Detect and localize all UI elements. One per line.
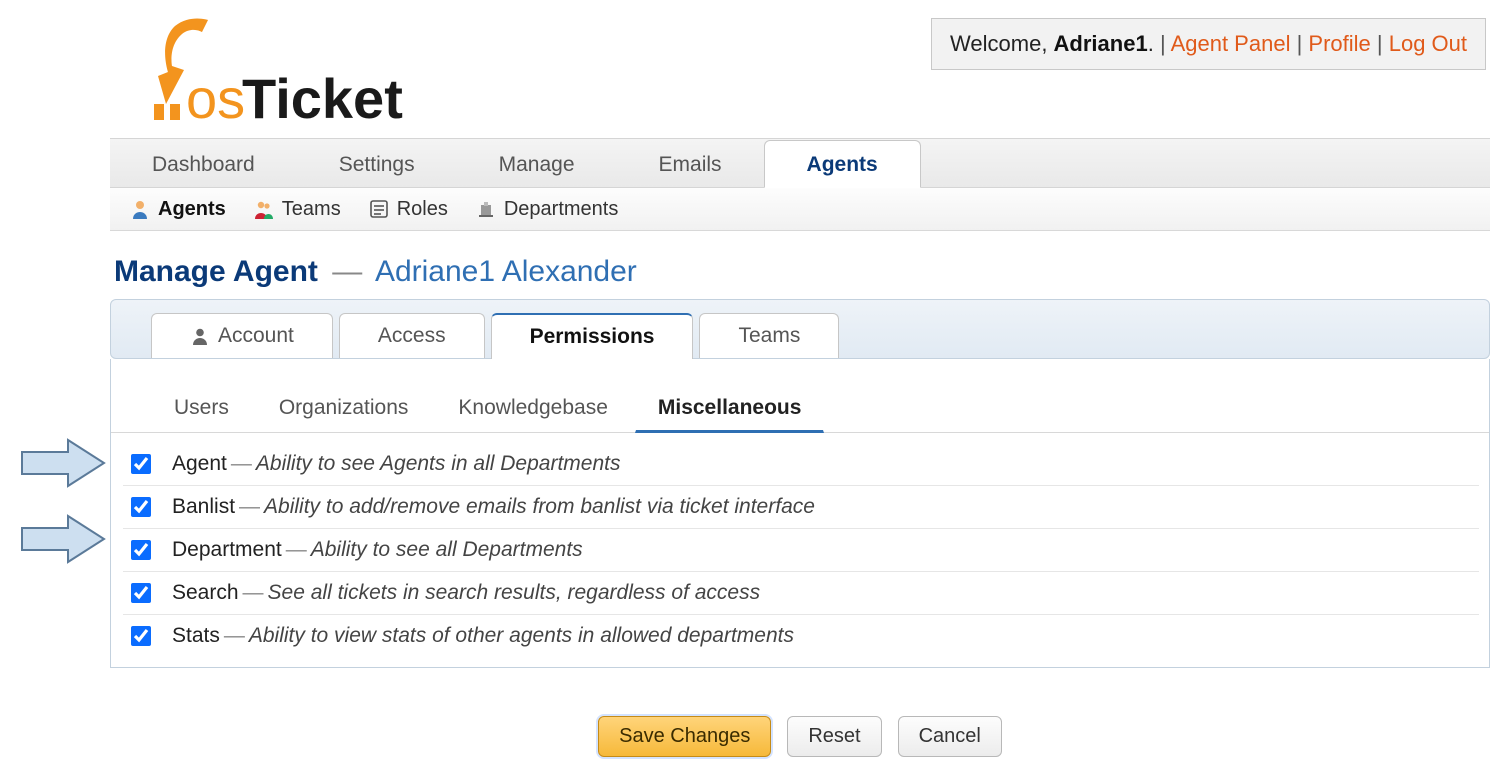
perm-label: Stats: [172, 624, 220, 647]
perm-checkbox-banlist[interactable]: [131, 497, 151, 517]
perm-label: Banlist: [172, 495, 235, 518]
link-agent-panel[interactable]: Agent Panel: [1171, 31, 1291, 56]
logo-osticket: os Ticket: [120, 18, 410, 130]
nav-emails[interactable]: Emails: [617, 141, 764, 187]
person-icon: [130, 199, 150, 219]
building-icon: [476, 199, 496, 219]
perm-checkbox-stats[interactable]: [131, 626, 151, 646]
save-button[interactable]: Save Changes: [598, 716, 771, 757]
perm-row-banlist: Banlist—Ability to add/remove emails fro…: [123, 486, 1479, 529]
perm-row-agent: Agent—Ability to see Agents in all Depar…: [123, 443, 1479, 486]
perm-label: Department: [172, 538, 282, 561]
user-icon: [190, 326, 210, 346]
annotation-arrow-1: [20, 438, 106, 488]
subnav-label: Departments: [504, 198, 619, 221]
people-icon: [254, 199, 274, 219]
svg-text:os: os: [186, 67, 245, 130]
perm-label: Search: [172, 581, 239, 604]
welcome-bar: Welcome, Adriane1. | Agent Panel | Profi…: [931, 18, 1486, 70]
perm-row-department: Department—Ability to see all Department…: [123, 529, 1479, 572]
perm-row-stats: Stats—Ability to view stats of other age…: [123, 615, 1479, 657]
tab-permissions[interactable]: Permissions: [491, 313, 694, 359]
perm-desc: Ability to see Agents in all Departments: [256, 452, 621, 475]
tab-account[interactable]: Account: [151, 313, 333, 358]
welcome-prefix: Welcome,: [950, 31, 1054, 56]
subtab-miscellaneous[interactable]: Miscellaneous: [635, 387, 825, 433]
perm-checkbox-agent[interactable]: [131, 454, 151, 474]
link-profile[interactable]: Profile: [1308, 31, 1370, 56]
perm-desc: See all tickets in search results, regar…: [268, 581, 761, 604]
subnav-agents[interactable]: Agents: [130, 198, 226, 221]
subnav-label: Agents: [158, 198, 226, 221]
action-bar: Save Changes Reset Cancel: [110, 668, 1490, 769]
subnav-label: Roles: [397, 198, 448, 221]
perm-label: Agent: [172, 452, 227, 475]
subtab-users[interactable]: Users: [151, 387, 252, 432]
svg-text:Ticket: Ticket: [242, 67, 403, 130]
subnav-teams[interactable]: Teams: [254, 198, 341, 221]
perm-desc: Ability to add/remove emails from banlis…: [264, 495, 815, 518]
perm-desc: Ability to view stats of other agents in…: [249, 624, 794, 647]
sub-nav: Agents Teams Roles Departments: [110, 188, 1490, 231]
cancel-button[interactable]: Cancel: [898, 716, 1002, 757]
perm-desc: Ability to see all Departments: [311, 538, 583, 561]
nav-dashboard[interactable]: Dashboard: [110, 141, 297, 187]
permission-list: Agent—Ability to see Agents in all Depar…: [111, 433, 1489, 667]
annotation-arrow-2: [20, 514, 106, 564]
page-title: Manage Agent — Adriane1 Alexander: [110, 231, 1490, 299]
main-nav: Dashboard Settings Manage Emails Agents: [110, 138, 1490, 188]
perm-checkbox-department[interactable]: [131, 540, 151, 560]
agent-card-tabs: Account Access Permissions Teams: [110, 299, 1490, 359]
subnav-departments[interactable]: Departments: [476, 198, 619, 221]
list-icon: [369, 199, 389, 219]
nav-manage[interactable]: Manage: [457, 141, 617, 187]
nav-agents[interactable]: Agents: [764, 140, 921, 188]
page-title-strong: Manage Agent: [114, 255, 318, 288]
welcome-username: Adriane1: [1054, 31, 1148, 56]
page-title-agent: Adriane1 Alexander: [375, 255, 637, 288]
perm-checkbox-search[interactable]: [131, 583, 151, 603]
reset-button[interactable]: Reset: [787, 716, 881, 757]
permission-subtabs: Users Organizations Knowledgebase Miscel…: [111, 359, 1489, 433]
link-logout[interactable]: Log Out: [1389, 31, 1467, 56]
subtab-organizations[interactable]: Organizations: [256, 387, 432, 432]
tab-label: Account: [218, 324, 294, 348]
nav-settings[interactable]: Settings: [297, 141, 457, 187]
subnav-roles[interactable]: Roles: [369, 198, 448, 221]
tab-teams[interactable]: Teams: [699, 313, 839, 358]
tab-label: Teams: [738, 324, 800, 348]
subtab-knowledgebase[interactable]: Knowledgebase: [435, 387, 630, 432]
tab-label: Permissions: [530, 325, 655, 349]
tab-label: Access: [378, 324, 446, 348]
tab-access[interactable]: Access: [339, 313, 485, 358]
subnav-label: Teams: [282, 198, 341, 221]
perm-row-search: Search—See all tickets in search results…: [123, 572, 1479, 615]
